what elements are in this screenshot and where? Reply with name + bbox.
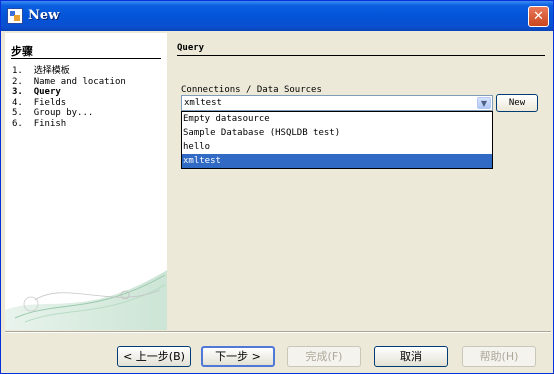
app-icon: [7, 8, 23, 24]
close-button[interactable]: ✕: [528, 6, 549, 27]
combo-value: xmltest: [184, 98, 222, 108]
step-item-current: 3. Query: [12, 87, 61, 97]
chevron-down-icon[interactable]: ▼: [477, 97, 491, 109]
step-item: 5. Group by...: [12, 108, 94, 118]
next-button[interactable]: 下一步 >: [201, 346, 275, 367]
query-page: Query Connections / Data Sources xmltest…: [171, 33, 551, 330]
button-bar-divider-highlight: [5, 332, 551, 333]
dropdown-option[interactable]: Sample Database (HSQLDB test): [182, 126, 492, 140]
window-title: New: [28, 8, 60, 23]
step-item: 6. Finish: [12, 118, 67, 129]
step-item: 1. 选择模板: [12, 66, 70, 76]
help-button[interactable]: 帮助(H): [462, 346, 536, 367]
step-item: 2. Name and location: [12, 76, 126, 87]
steps-heading: 步骤: [11, 45, 33, 58]
step-item: 4. Fields: [12, 97, 67, 108]
steps-list: 1. 选择模板 2. Name and location 3. Query 4.…: [12, 66, 126, 129]
finish-button[interactable]: 完成(F): [287, 346, 361, 367]
title-bar[interactable]: New ✕: [1, 1, 553, 31]
steps-panel: 步骤 1. 选择模板 2. Name and location 3. Query…: [5, 33, 167, 330]
close-icon: ✕: [533, 9, 544, 24]
dropdown-option-selected[interactable]: xmltest: [182, 154, 492, 168]
page-title-divider: [177, 55, 545, 56]
wizard-window: New ✕ 步骤 1. 选择模板 2. Name and location 3.…: [0, 0, 554, 374]
dropdown-option[interactable]: Empty datasource: [182, 112, 492, 126]
connections-combobox[interactable]: xmltest ▼: [181, 95, 493, 111]
cancel-button[interactable]: 取消: [374, 346, 448, 367]
decorative-swirl-graphic: [5, 270, 167, 330]
dropdown-option[interactable]: hello: [182, 140, 492, 154]
connections-dropdown-list: Empty datasource Sample Database (HSQLDB…: [181, 111, 493, 169]
new-connection-button[interactable]: New: [496, 94, 538, 112]
steps-divider: [11, 58, 161, 59]
connections-label: Connections / Data Sources: [181, 85, 322, 95]
back-button[interactable]: < 上一步(B): [117, 346, 191, 367]
page-title: Query: [177, 43, 205, 53]
